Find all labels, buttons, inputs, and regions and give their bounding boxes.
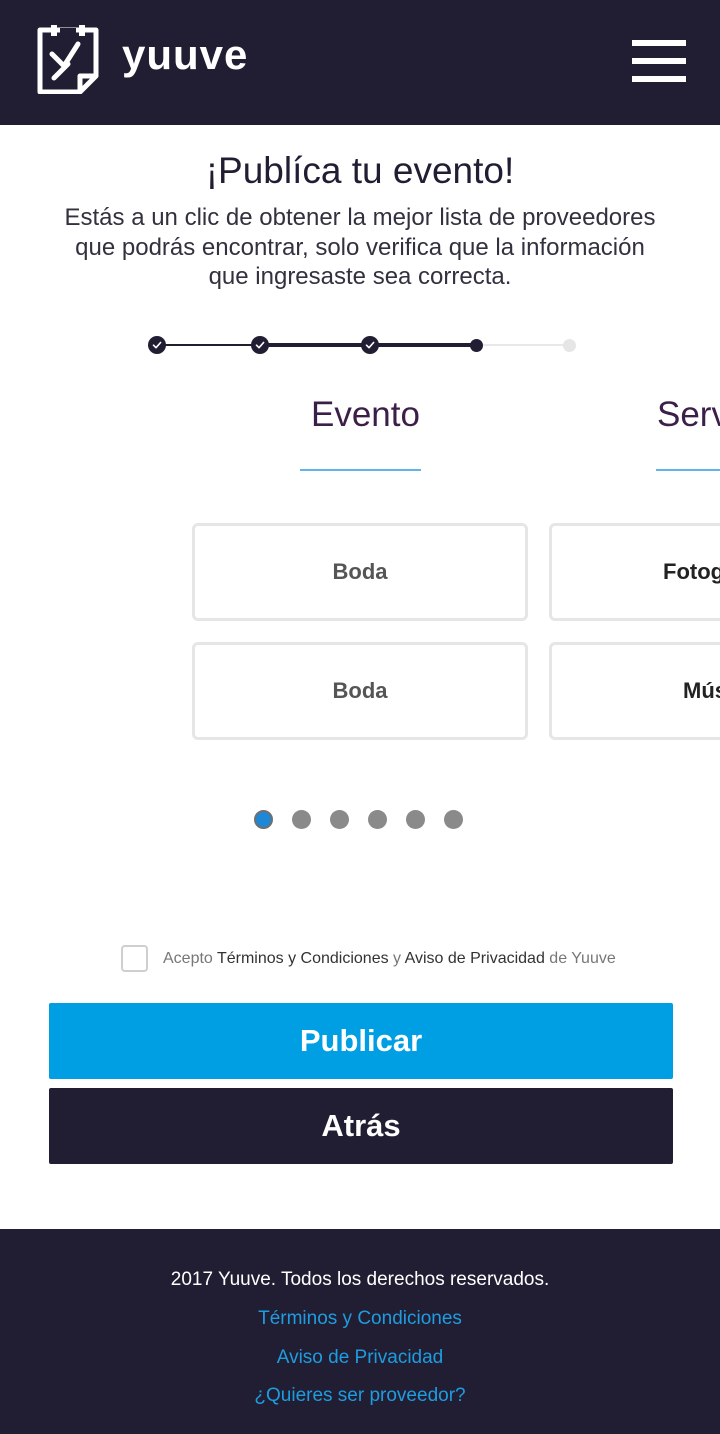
check-icon (365, 341, 375, 349)
option-label: Boda (332, 678, 388, 703)
subtitle-line: Estás a un clic de obtener la mejor list… (64, 204, 656, 231)
terms-suffix: de Yuuve (549, 949, 616, 967)
terms-prefix: Acepto (163, 949, 213, 967)
check-icon (152, 341, 162, 349)
step-1-complete (148, 336, 166, 354)
progress-stepper (0, 330, 720, 360)
option-label: Mús (683, 678, 720, 703)
step-4-current (470, 339, 483, 352)
option-label: Fotog (663, 559, 720, 584)
copyright-text: 2017 Yuuve. Todos los derechos reservado… (170, 1269, 550, 1290)
service-option-card[interactable]: Fotog (549, 523, 720, 621)
step-3-complete (361, 336, 379, 354)
pagination-dot-6[interactable] (444, 810, 463, 829)
brand-name: yuuve (122, 31, 249, 78)
clipboard-check-icon (37, 25, 99, 94)
page-title: ¡Publíca tu evento! (205, 150, 515, 191)
privacy-link[interactable]: Aviso de Privacidad (405, 950, 545, 967)
step-5-pending (563, 339, 576, 352)
pagination-dot-1[interactable] (254, 810, 273, 829)
terms-link[interactable]: Términos y Condiciones (217, 950, 389, 967)
terms-connector: y (393, 949, 402, 967)
footer-link-privacy[interactable]: Aviso de Privacidad (0, 1347, 720, 1369)
footer-link-terms[interactable]: Términos y Condiciones (0, 1308, 720, 1330)
pagination-dot-4[interactable] (368, 810, 387, 829)
pagination-dot-5[interactable] (406, 810, 425, 829)
event-option-card[interactable]: Boda (192, 642, 528, 740)
back-button[interactable]: Atrás (49, 1088, 673, 1164)
hamburger-menu-icon[interactable] (632, 40, 686, 82)
footer: 2017 Yuuve. Todos los derechos reservado… (0, 1229, 720, 1434)
step-connector (481, 344, 565, 346)
step-connector (268, 343, 364, 347)
top-nav-bar: yuuve (0, 0, 720, 125)
page: yuuve ¡Publíca tu evento! Estás a un cli… (0, 0, 720, 1434)
publish-button[interactable]: Publicar (49, 1003, 673, 1079)
check-icon (255, 341, 265, 349)
step-connector (165, 344, 257, 346)
event-option-card[interactable]: Boda (192, 523, 528, 621)
column-title-event: Evento (311, 395, 420, 434)
column-title-services: Serv (657, 395, 720, 434)
subtitle-line: que podrás encontrar, solo verifica que … (75, 233, 645, 261)
option-label: Boda (332, 559, 388, 584)
pagination-dot-3[interactable] (330, 810, 349, 829)
pagination-dot-2[interactable] (292, 810, 311, 829)
brand-logo[interactable]: yuuve (34, 24, 248, 94)
terms-text: Acepto Términos y Condiciones y Aviso de… (163, 950, 616, 968)
footer-link-become-provider[interactable]: ¿Quieres ser proveedor? (0, 1385, 720, 1407)
step-connector (378, 343, 474, 347)
carousel-pagination (254, 810, 482, 830)
subtitle-line: que ingresaste sea correcta. (208, 263, 512, 290)
terms-checkbox[interactable] (121, 945, 148, 972)
step-2-complete (251, 336, 269, 354)
service-option-card[interactable]: Mús (549, 642, 720, 740)
page-subtitle: Estás a un clic de obtener la mejor list… (50, 203, 670, 292)
column-underline (300, 469, 421, 471)
column-underline (656, 469, 720, 471)
terms-consent: Acepto Términos y Condiciones y Aviso de… (121, 945, 616, 972)
